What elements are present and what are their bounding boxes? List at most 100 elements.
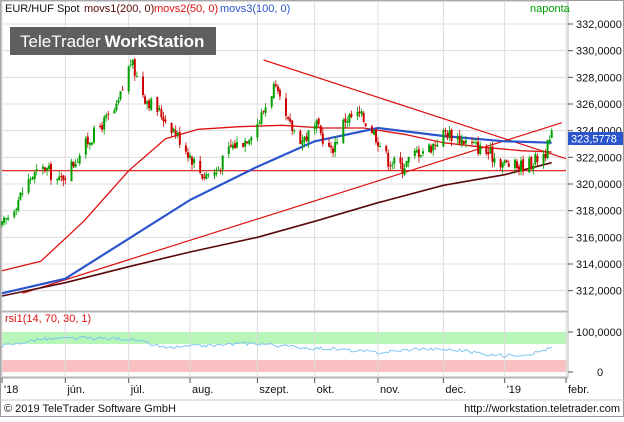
candle-body bbox=[358, 111, 361, 113]
candle-body bbox=[299, 131, 302, 144]
candle-body bbox=[274, 84, 277, 86]
candle-body bbox=[229, 144, 232, 147]
time-tick-label: '19 bbox=[507, 384, 521, 396]
ma2-label: movs2(50, 0) bbox=[154, 3, 218, 15]
candle-body bbox=[101, 125, 104, 130]
candle-body bbox=[244, 140, 247, 147]
candle-body bbox=[184, 145, 187, 152]
candle-body bbox=[544, 153, 547, 159]
candle-body bbox=[21, 193, 24, 195]
candle-body bbox=[105, 115, 108, 118]
candle-body bbox=[315, 120, 318, 128]
candle-body bbox=[86, 136, 89, 145]
candle-body bbox=[530, 157, 533, 169]
time-tick-label: nov. bbox=[380, 384, 400, 396]
candle-body bbox=[393, 158, 396, 164]
candle-body bbox=[276, 86, 279, 91]
candle-body bbox=[362, 112, 365, 122]
candle-body bbox=[356, 111, 359, 117]
candle-body bbox=[303, 137, 306, 142]
candle-body bbox=[332, 148, 334, 153]
candle bbox=[19, 192, 22, 201]
time-tick-label: aug. bbox=[192, 384, 213, 396]
candle-body bbox=[317, 118, 320, 125]
candle-body bbox=[475, 142, 478, 144]
candle-body bbox=[215, 172, 218, 174]
candle-body bbox=[417, 149, 420, 157]
candle-body bbox=[328, 143, 330, 147]
candle-body bbox=[403, 168, 406, 175]
candle-body bbox=[370, 126, 373, 134]
candle-body bbox=[434, 144, 437, 146]
candle-body bbox=[493, 158, 496, 163]
price-tick-label: 328,0000 bbox=[576, 72, 622, 84]
candle-body bbox=[5, 218, 8, 220]
candle bbox=[127, 65, 130, 95]
candle-body bbox=[90, 142, 93, 145]
candle-body bbox=[62, 175, 65, 181]
candle-body bbox=[377, 141, 379, 147]
candle-body bbox=[162, 116, 165, 122]
candle-body bbox=[144, 96, 146, 104]
candle-body bbox=[477, 141, 480, 154]
candle-body bbox=[285, 98, 287, 116]
candle-body bbox=[546, 140, 549, 158]
price-tick-label: 322,0000 bbox=[576, 152, 622, 164]
candle-body bbox=[213, 172, 216, 176]
price-tick-label: 330,0000 bbox=[576, 46, 622, 58]
candle-body bbox=[117, 99, 120, 103]
time-tick-label: szept. bbox=[259, 384, 288, 396]
candle-body bbox=[458, 135, 461, 144]
candle-body bbox=[93, 127, 95, 143]
candle-body bbox=[219, 170, 222, 172]
source-url[interactable]: http://workstation.teletrader.com bbox=[464, 403, 620, 415]
chart-svg: TeleTrader WorkStation EUR/HUF Spot movs1… bbox=[0, 0, 624, 417]
candle-body bbox=[29, 178, 32, 180]
last-price-value: 323,5778 bbox=[571, 134, 617, 146]
candle-body bbox=[72, 161, 75, 167]
candle-body bbox=[1, 221, 3, 225]
candle-body bbox=[201, 174, 204, 179]
candle bbox=[93, 125, 95, 145]
candle-body bbox=[76, 161, 79, 163]
frequency-label: naponta bbox=[530, 3, 571, 15]
candle-body bbox=[74, 163, 77, 168]
candle-body bbox=[191, 157, 193, 165]
candle-body bbox=[442, 130, 445, 147]
candle-body bbox=[364, 123, 367, 127]
candle-body bbox=[217, 169, 220, 171]
candle-body bbox=[99, 126, 102, 128]
candle-body bbox=[436, 144, 439, 147]
candle-body bbox=[542, 154, 545, 164]
candle-body bbox=[70, 161, 73, 182]
candle-body bbox=[528, 158, 531, 173]
candle-body bbox=[489, 148, 492, 154]
rsi-oversold-band bbox=[2, 360, 567, 372]
candle-body bbox=[391, 164, 394, 166]
candle-body bbox=[342, 120, 345, 143]
candle-body bbox=[56, 178, 59, 181]
price-tick-label: 332,0000 bbox=[576, 19, 622, 31]
candle-body bbox=[350, 113, 353, 117]
candle-body bbox=[258, 122, 261, 124]
candle-body bbox=[33, 172, 36, 179]
candle-body bbox=[330, 145, 332, 148]
chart-window: TeleTrader WorkStation EUR/HUF Spot movs1… bbox=[0, 0, 624, 417]
candle-body bbox=[448, 130, 451, 138]
candle-body bbox=[462, 140, 465, 144]
candle-body bbox=[550, 130, 553, 139]
candle-body bbox=[534, 154, 537, 165]
candle-body bbox=[505, 160, 508, 163]
candle-body bbox=[131, 60, 134, 66]
last-price-tag: 323,5778 bbox=[568, 132, 623, 146]
watermark-brand: TeleTrader WorkStation bbox=[20, 32, 204, 51]
candle-body bbox=[319, 125, 322, 134]
candle-body bbox=[146, 101, 149, 104]
candle-body bbox=[428, 144, 431, 153]
candle-body bbox=[60, 176, 63, 178]
candle-body bbox=[520, 160, 522, 172]
candle-body bbox=[305, 136, 308, 141]
candle-body bbox=[293, 130, 296, 132]
price-tick-label: 314,0000 bbox=[576, 259, 622, 271]
candle-body bbox=[291, 120, 294, 131]
